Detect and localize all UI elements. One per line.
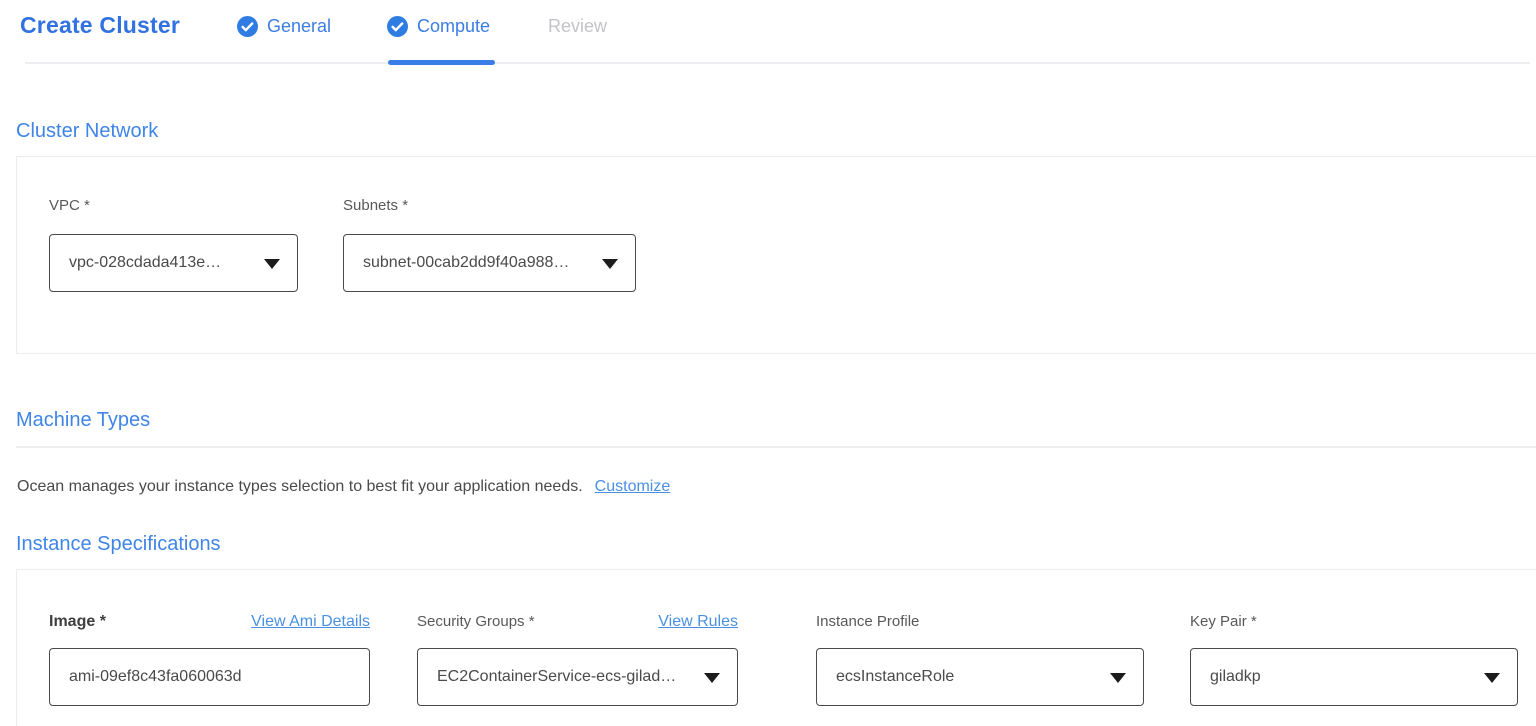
security-groups-dropdown[interactable]: EC2ContainerService-ecs-gilad… bbox=[417, 648, 738, 706]
check-circle-icon bbox=[237, 16, 258, 37]
tabs-divider bbox=[25, 62, 1530, 64]
subnets-label: Subnets * bbox=[343, 197, 408, 214]
create-cluster-page: Create Cluster General Compute Review Cl… bbox=[0, 0, 1536, 726]
caret-down-icon bbox=[264, 259, 280, 269]
image-label: Image * bbox=[49, 613, 106, 631]
caret-down-icon bbox=[704, 673, 720, 683]
machine-types-divider bbox=[16, 446, 1536, 448]
section-title-cluster-network: Cluster Network bbox=[16, 120, 158, 143]
key-pair-dropdown[interactable]: giladkp bbox=[1190, 648, 1518, 706]
image-input[interactable] bbox=[49, 648, 370, 706]
tab-review[interactable]: Review bbox=[548, 16, 607, 37]
instance-profile-label: Instance Profile bbox=[816, 613, 919, 630]
image-label-row: Image * View Ami Details bbox=[49, 613, 370, 631]
vpc-selected-value: vpc-028cdada413e… bbox=[69, 254, 221, 272]
caret-down-icon bbox=[1484, 673, 1500, 683]
section-title-machine-types: Machine Types bbox=[16, 409, 150, 432]
tab-label: Review bbox=[548, 16, 607, 37]
tab-label: General bbox=[267, 16, 331, 37]
key-pair-selected-value: giladkp bbox=[1210, 668, 1261, 686]
security-groups-label: Security Groups * bbox=[417, 613, 535, 630]
section-title-instance-specifications: Instance Specifications bbox=[16, 533, 221, 556]
security-groups-label-row: Security Groups * View Rules bbox=[417, 613, 738, 631]
page-title: Create Cluster bbox=[20, 12, 180, 39]
machine-types-description: Ocean manages your instance types select… bbox=[17, 478, 670, 496]
instance-profile-dropdown[interactable]: ecsInstanceRole bbox=[816, 648, 1144, 706]
caret-down-icon bbox=[602, 259, 618, 269]
key-pair-label-row: Key Pair * bbox=[1190, 613, 1518, 630]
instance-profile-label-row: Instance Profile bbox=[816, 613, 1144, 630]
view-rules-link[interactable]: View Rules bbox=[658, 613, 738, 631]
machine-types-description-text: Ocean manages your instance types select… bbox=[17, 478, 583, 495]
customize-link[interactable]: Customize bbox=[595, 478, 671, 495]
instance-profile-selected-value: ecsInstanceRole bbox=[836, 668, 954, 686]
tab-general[interactable]: General bbox=[237, 16, 331, 37]
tab-label: Compute bbox=[417, 16, 490, 37]
subnets-dropdown[interactable]: subnet-00cab2dd9f40a988… bbox=[343, 234, 636, 292]
check-circle-icon bbox=[387, 16, 408, 37]
vpc-dropdown[interactable]: vpc-028cdada413e… bbox=[49, 234, 298, 292]
caret-down-icon bbox=[1110, 673, 1126, 683]
subnets-selected-value: subnet-00cab2dd9f40a988… bbox=[363, 254, 569, 272]
key-pair-label: Key Pair * bbox=[1190, 613, 1257, 630]
vpc-label: VPC * bbox=[49, 197, 90, 214]
security-groups-selected-value: EC2ContainerService-ecs-gilad… bbox=[437, 668, 676, 686]
active-tab-indicator bbox=[388, 60, 495, 65]
view-ami-details-link[interactable]: View Ami Details bbox=[251, 613, 370, 631]
tab-compute[interactable]: Compute bbox=[387, 16, 490, 37]
